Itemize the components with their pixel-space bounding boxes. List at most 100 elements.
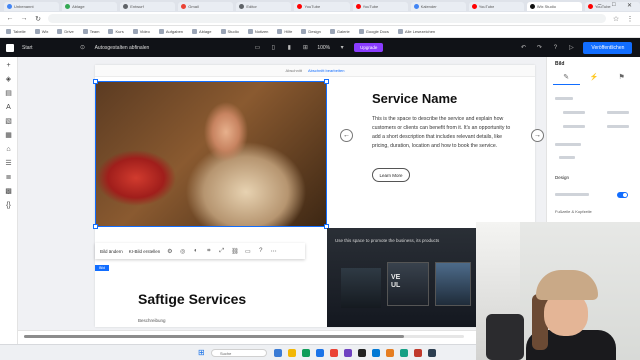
- page-selector[interactable]: Start: [22, 45, 33, 51]
- help-icon[interactable]: ?: [551, 45, 559, 51]
- tablet-icon[interactable]: ▯: [269, 44, 277, 51]
- link-icon[interactable]: ⛓: [231, 248, 239, 255]
- resize-handle[interactable]: [93, 224, 98, 229]
- bookmark-item[interactable]: Studio: [220, 29, 239, 34]
- site-name[interactable]: Autosgestalten abfinalen: [95, 45, 150, 51]
- selected-image[interactable]: [93, 79, 329, 229]
- redo-icon[interactable]: ↷: [535, 44, 543, 51]
- zoom-level[interactable]: 100%: [317, 45, 330, 51]
- resize-handle[interactable]: [324, 79, 329, 84]
- position-field[interactable]: [563, 111, 585, 114]
- bookmark-item[interactable]: Team: [82, 29, 99, 34]
- settings-icon[interactable]: ⚙: [166, 248, 173, 255]
- browser-tab[interactable]: Unbenannt: [4, 1, 60, 11]
- toggle-switch[interactable]: [617, 192, 628, 198]
- edit-section-link[interactable]: Abschnitt bearbeiten: [308, 68, 344, 73]
- animation-tab-icon[interactable]: ⚡: [589, 73, 598, 81]
- forward-icon[interactable]: →: [20, 15, 28, 22]
- bookmark-item[interactable]: Wix: [34, 29, 48, 34]
- add-icon[interactable]: +: [6, 61, 10, 70]
- bookmark-item[interactable]: Hilfe: [277, 29, 292, 34]
- upgrade-button[interactable]: Upgrade: [354, 43, 384, 52]
- app-icon[interactable]: [372, 349, 380, 357]
- mobile-icon[interactable]: ▮: [285, 44, 293, 51]
- bookmark-item[interactable]: Kurs: [108, 29, 124, 34]
- learn-more-button[interactable]: Learn More: [372, 168, 410, 182]
- field-value[interactable]: [559, 156, 575, 159]
- app-icon[interactable]: [386, 349, 394, 357]
- stack-icon[interactable]: ≣: [6, 173, 12, 182]
- back-icon[interactable]: ←: [6, 15, 14, 22]
- apps-icon[interactable]: ▦: [5, 131, 12, 140]
- app-icon[interactable]: [274, 349, 282, 357]
- design-section-label[interactable]: Design: [555, 175, 569, 180]
- expand-icon[interactable]: ⤢: [218, 248, 225, 255]
- grid-icon[interactable]: ▩: [5, 187, 12, 196]
- next-arrow-button[interactable]: →: [531, 129, 544, 142]
- app-icon[interactable]: [414, 349, 422, 357]
- canvas-scrollbar[interactable]: [18, 330, 476, 344]
- browser-tab[interactable]: YouTube: [352, 1, 408, 11]
- ai-image-button[interactable]: KI-Bild erstellen: [129, 249, 161, 254]
- app-icon[interactable]: [400, 349, 408, 357]
- folder-icon[interactable]: [288, 349, 296, 357]
- bookmark-item[interactable]: Aufgaben: [158, 29, 183, 34]
- resize-handle[interactable]: [93, 79, 98, 84]
- more-icon[interactable]: ⋯: [270, 248, 277, 255]
- layers-icon[interactable]: ◈: [6, 75, 11, 84]
- taskbar-search[interactable]: Suche: [211, 349, 267, 357]
- size-field[interactable]: [607, 125, 629, 128]
- position-field[interactable]: [607, 111, 629, 114]
- service-description[interactable]: This is the space to describe the servic…: [372, 115, 518, 151]
- browser-tab[interactable]: YouTube: [468, 1, 524, 11]
- browser-tab[interactable]: Wix Studio: [526, 1, 582, 11]
- size-field[interactable]: [563, 125, 585, 128]
- bookmark-item[interactable]: Drive: [57, 29, 74, 34]
- previous-arrow-button[interactable]: ←: [340, 129, 353, 142]
- chevron-down-icon[interactable]: ▾: [338, 44, 346, 51]
- editor-canvas[interactable]: Abschnitt Abschnitt bearbeiten ← → Servi…: [18, 57, 546, 330]
- browser-icon[interactable]: [316, 349, 324, 357]
- wix-logo[interactable]: [6, 43, 14, 52]
- publish-button[interactable]: Veröffentlichen: [583, 41, 633, 54]
- star-icon[interactable]: ☆: [612, 15, 620, 23]
- bookmark-item[interactable]: Video: [132, 29, 150, 34]
- browser-tab[interactable]: Entwurf: [120, 1, 176, 11]
- media-icon[interactable]: ▧: [5, 117, 12, 126]
- scrollbar-thumb[interactable]: [24, 335, 404, 338]
- replace-image-button[interactable]: Bild ändern: [100, 249, 123, 254]
- inspector-footer-label[interactable]: Fußzeile & Kopfzeile: [555, 209, 592, 214]
- maximize-icon[interactable]: □: [612, 2, 616, 8]
- app-icon[interactable]: [358, 349, 366, 357]
- business-icon[interactable]: ⌂: [6, 145, 10, 154]
- cms-icon[interactable]: ☰: [5, 159, 11, 168]
- desktop-icon[interactable]: ▭: [253, 44, 261, 51]
- comment-icon[interactable]: ▭: [244, 248, 251, 255]
- filter-icon[interactable]: ◎: [179, 248, 186, 255]
- close-window-icon[interactable]: ✕: [627, 2, 632, 9]
- preview-icon[interactable]: ▷: [567, 44, 575, 51]
- app-icon[interactable]: [344, 349, 352, 357]
- adjust-icon[interactable]: ◐: [192, 248, 199, 254]
- app-icon[interactable]: [330, 349, 338, 357]
- undo-icon[interactable]: ↶: [519, 44, 527, 51]
- bookmark-item[interactable]: Design: [301, 29, 321, 34]
- app-icon[interactable]: [302, 349, 310, 357]
- design-tab-icon[interactable]: ✎: [563, 73, 569, 81]
- bookmark-item[interactable]: Google Docs: [358, 29, 389, 34]
- crop-icon[interactable]: ⌗: [205, 248, 212, 255]
- text-icon[interactable]: A: [6, 103, 11, 112]
- section-heading[interactable]: Saftige Services: [138, 291, 246, 307]
- reload-icon[interactable]: ↻: [34, 15, 42, 23]
- minimize-icon[interactable]: –: [598, 2, 601, 8]
- start-icon[interactable]: ⊞: [198, 348, 205, 357]
- help-icon[interactable]: ?: [257, 248, 264, 254]
- browser-tab[interactable]: YouTube: [294, 1, 350, 11]
- browser-tab[interactable]: Kalender: [410, 1, 466, 11]
- browser-tab[interactable]: Ablage: [62, 1, 118, 11]
- bookmark-item[interactable]: Galerie: [329, 29, 350, 34]
- section-subheading[interactable]: Beschreibung: [138, 318, 166, 323]
- bookmark-item[interactable]: Tabelle: [6, 29, 26, 34]
- bookmark-item[interactable]: Notizen: [247, 29, 268, 34]
- url-field[interactable]: [48, 14, 606, 23]
